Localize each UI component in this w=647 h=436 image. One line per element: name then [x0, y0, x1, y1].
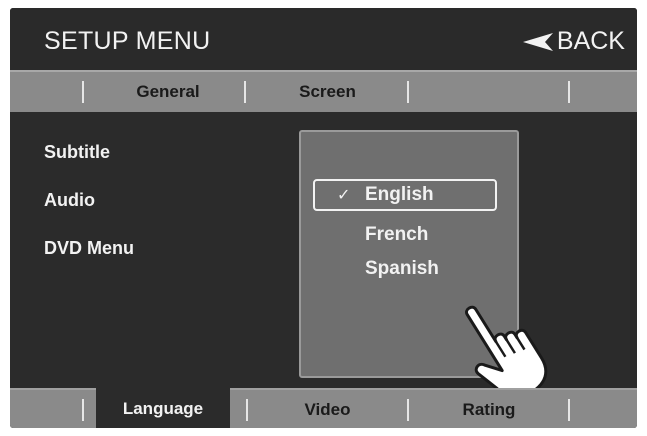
tab-video[interactable]: Video: [250, 390, 405, 428]
tab-screen[interactable]: Screen: [250, 72, 405, 112]
top-tab-bar: General Screen: [10, 70, 637, 112]
back-label: BACK: [556, 27, 625, 55]
option-english[interactable]: ✓ English: [313, 179, 497, 211]
option-label: English: [365, 184, 434, 205]
tab-separator: [244, 81, 246, 103]
tab-language[interactable]: Language: [96, 388, 230, 428]
option-spanish[interactable]: Spanish: [365, 258, 439, 280]
menu-item-audio[interactable]: Audio: [44, 190, 95, 211]
content-area: Subtitle Audio DVD Menu ✓ English French…: [10, 112, 637, 399]
tab-separator: [407, 81, 409, 103]
back-button[interactable]: BACK: [522, 27, 625, 56]
menu-item-subtitle[interactable]: Subtitle: [44, 142, 110, 163]
tab-separator: [246, 399, 248, 421]
tab-separator: [568, 81, 570, 103]
page-title: SETUP MENU: [44, 27, 211, 55]
check-icon: ✓: [337, 187, 351, 204]
tab-separator: [82, 81, 84, 103]
tab-separator: [407, 399, 409, 421]
tab-separator: [568, 399, 570, 421]
tab-rating[interactable]: Rating: [410, 390, 568, 428]
tab-general[interactable]: General: [88, 72, 248, 112]
title-bar: SETUP MENU BACK: [10, 8, 637, 70]
menu-item-dvd-menu[interactable]: DVD Menu: [44, 238, 134, 259]
option-french[interactable]: French: [365, 224, 428, 246]
hand-pointer-icon: [465, 305, 548, 399]
tab-separator: [82, 399, 84, 421]
back-arrow-icon: [522, 32, 553, 51]
bottom-tab-bar: Language Video Rating: [10, 388, 637, 428]
setup-screen: SETUP MENU BACK General Screen Subtitle …: [10, 8, 637, 428]
